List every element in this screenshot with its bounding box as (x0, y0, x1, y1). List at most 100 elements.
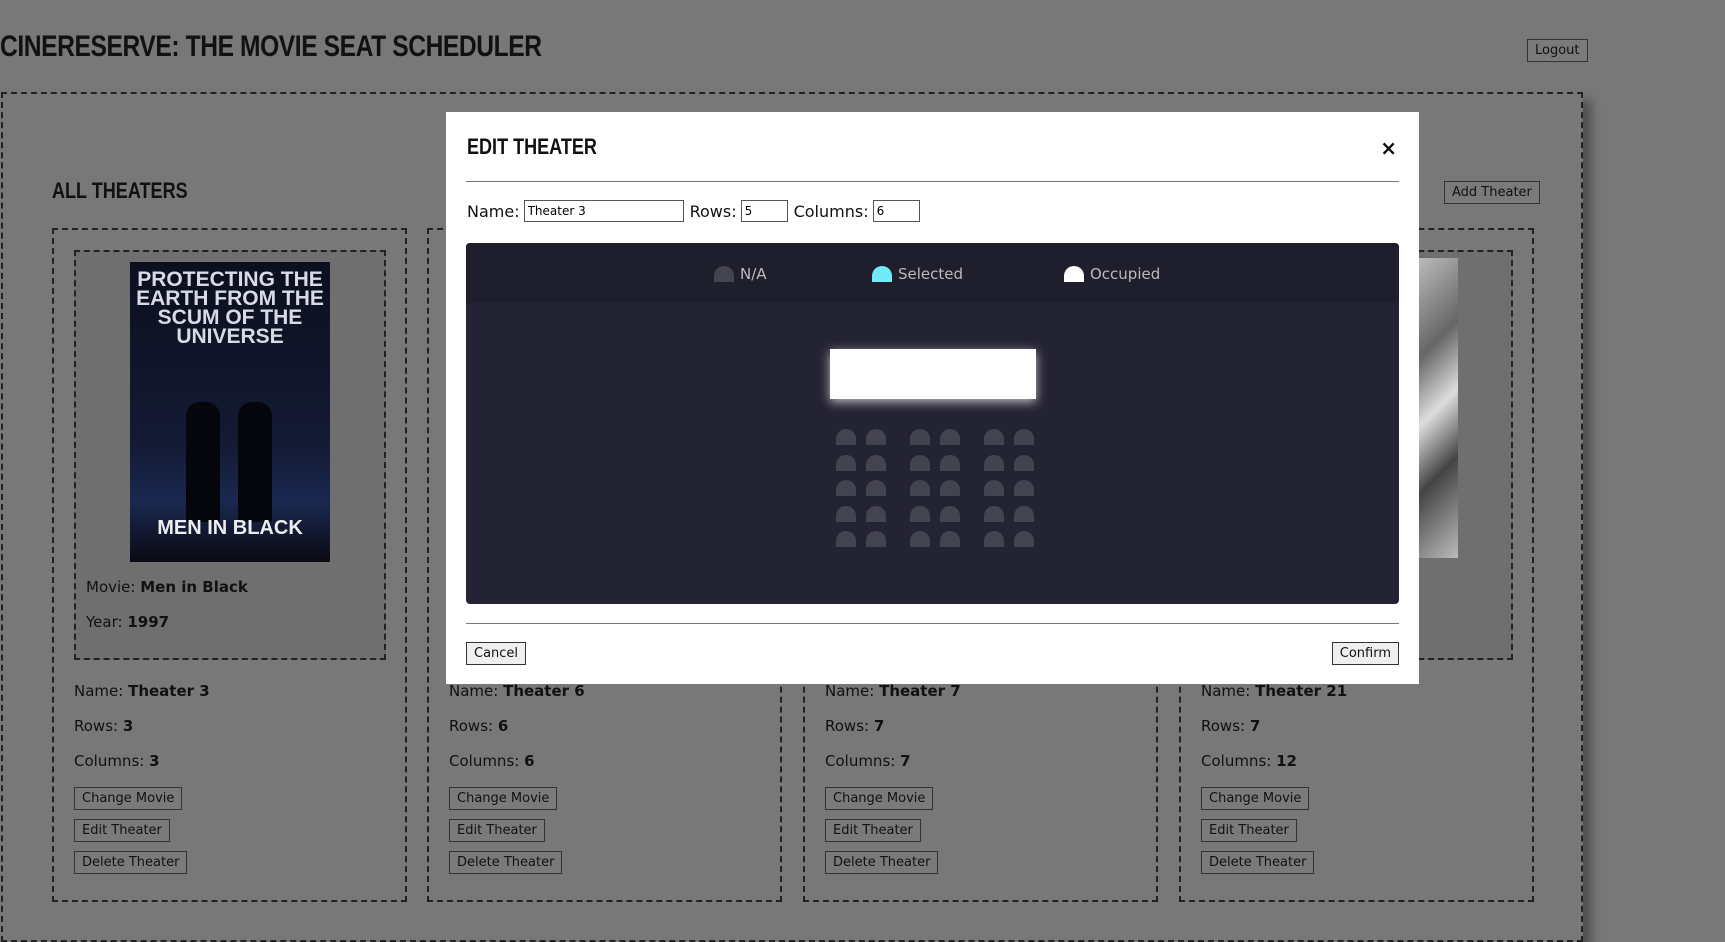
columns-value: 3 (149, 752, 160, 770)
seat[interactable] (866, 454, 886, 471)
modal-title: Edit Theater (467, 134, 597, 159)
movie-box: PROTECTING THE EARTH FROM THE SCUM OF TH… (74, 250, 386, 660)
delete-theater-button[interactable]: Delete Theater (449, 851, 563, 874)
seat[interactable] (1014, 505, 1034, 522)
seat[interactable] (836, 505, 856, 522)
columns-label: Columns: (825, 752, 896, 770)
theater-columns: Columns: 6 (449, 752, 535, 770)
poster-figure (238, 402, 272, 522)
theater-rows: Rows: 3 (74, 717, 133, 735)
movie-poster: PROTECTING THE EARTH FROM THE SCUM OF TH… (130, 262, 330, 562)
poster-title: MEN IN BLACK (157, 517, 303, 539)
columns-label: Columns: (1201, 752, 1272, 770)
seat[interactable] (836, 531, 856, 547)
seat[interactable] (984, 480, 1004, 496)
columns-label: Columns: (449, 752, 520, 770)
legend-occupied: Occupied (1064, 265, 1160, 283)
theater-name: Name: Theater 21 (1201, 682, 1347, 700)
seat[interactable] (866, 429, 886, 445)
seat[interactable] (836, 454, 856, 471)
edit-theater-button[interactable]: Edit Theater (1201, 819, 1297, 842)
name-label: Name: (74, 682, 124, 700)
seat[interactable] (836, 480, 856, 496)
seat[interactable] (910, 454, 930, 471)
edit-theater-button[interactable]: Edit Theater (74, 819, 170, 842)
rows-value: 7 (873, 717, 885, 735)
movie-value: Men in Black (140, 578, 248, 596)
edit-theater-modal: Edit Theater × Name: Rows: Columns: N/A … (446, 112, 1419, 684)
name-value: Theater 6 (503, 682, 585, 700)
seat[interactable] (940, 454, 960, 471)
name-value: Theater 3 (128, 682, 210, 700)
theater-name: Name: Theater 6 (449, 682, 585, 700)
columns-field[interactable] (872, 200, 920, 222)
movie-name: Movie: Men in Black (86, 578, 248, 596)
logout-button[interactable]: Logout (1527, 39, 1588, 62)
seat[interactable] (984, 531, 1004, 547)
seat[interactable] (940, 531, 960, 547)
year-label: Year: (86, 613, 123, 631)
seat[interactable] (984, 429, 1004, 445)
rows-value: 6 (497, 717, 509, 735)
section-title: All Theaters (52, 178, 188, 203)
close-icon[interactable]: × (1380, 138, 1397, 158)
seat[interactable] (1014, 480, 1034, 496)
seat-legend: N/A Selected Occupied (466, 243, 1399, 303)
seat[interactable] (940, 505, 960, 522)
seat[interactable] (866, 531, 886, 547)
seat[interactable] (1014, 531, 1034, 547)
add-theater-button[interactable]: Add Theater (1444, 181, 1540, 204)
columns-label: Columns: (74, 752, 145, 770)
divider (466, 623, 1399, 624)
rows-value: 3 (122, 717, 134, 735)
columns-label: Columns: (793, 201, 869, 221)
seat[interactable] (940, 429, 960, 445)
rows-label: Rows: (689, 201, 737, 221)
legend-selected: Selected (872, 265, 963, 283)
theater-form: Name: Rows: Columns: (467, 200, 926, 222)
rows-value: 7 (1249, 717, 1261, 735)
confirm-button[interactable]: Confirm (1331, 642, 1399, 665)
movie-screen (830, 349, 1036, 399)
seat[interactable] (1014, 454, 1034, 471)
seat[interactable] (910, 480, 930, 496)
page-title: CINEREServe: The Movie Seat Scheduler (0, 30, 542, 63)
theater-columns: Columns: 7 (825, 752, 911, 770)
seat[interactable] (836, 429, 856, 445)
seat[interactable] (866, 505, 886, 522)
legend-selected-label: Selected (898, 265, 964, 283)
change-movie-button[interactable]: Change Movie (74, 787, 183, 810)
name-value: Theater 21 (1255, 682, 1348, 700)
edit-theater-button[interactable]: Edit Theater (449, 819, 545, 842)
delete-theater-button[interactable]: Delete Theater (1201, 851, 1315, 874)
cancel-button[interactable]: Cancel (466, 642, 527, 665)
theater-columns: Columns: 3 (74, 752, 160, 770)
seat[interactable] (1014, 429, 1034, 445)
poster-tagline: PROTECTING THE EARTH FROM THE SCUM OF TH… (136, 268, 324, 348)
seat[interactable] (910, 505, 930, 522)
change-movie-button[interactable]: Change Movie (449, 787, 558, 810)
poster-figure (186, 402, 220, 522)
name-field[interactable] (523, 200, 684, 222)
year-value: 1997 (127, 613, 170, 631)
columns-value: 7 (900, 752, 911, 770)
seat-occupied-icon (1064, 266, 1084, 282)
theater-name: Name: Theater 3 (74, 682, 210, 700)
seat[interactable] (984, 505, 1004, 522)
edit-theater-button[interactable]: Edit Theater (825, 819, 921, 842)
rows-label: Rows: (449, 717, 494, 735)
change-movie-button[interactable]: Change Movie (1201, 787, 1310, 810)
seat-selected-icon (872, 266, 892, 282)
seat[interactable] (910, 429, 930, 445)
delete-theater-button[interactable]: Delete Theater (825, 851, 939, 874)
legend-na: N/A (714, 265, 767, 283)
seat-na-icon (714, 266, 734, 282)
change-movie-button[interactable]: Change Movie (825, 787, 934, 810)
delete-theater-button[interactable]: Delete Theater (74, 851, 188, 874)
seat[interactable] (910, 531, 930, 547)
seat[interactable] (984, 454, 1004, 471)
seat[interactable] (940, 480, 960, 496)
rows-field[interactable] (740, 200, 788, 222)
seat[interactable] (866, 480, 886, 496)
seat-preview: N/A Selected Occupied (466, 243, 1399, 604)
